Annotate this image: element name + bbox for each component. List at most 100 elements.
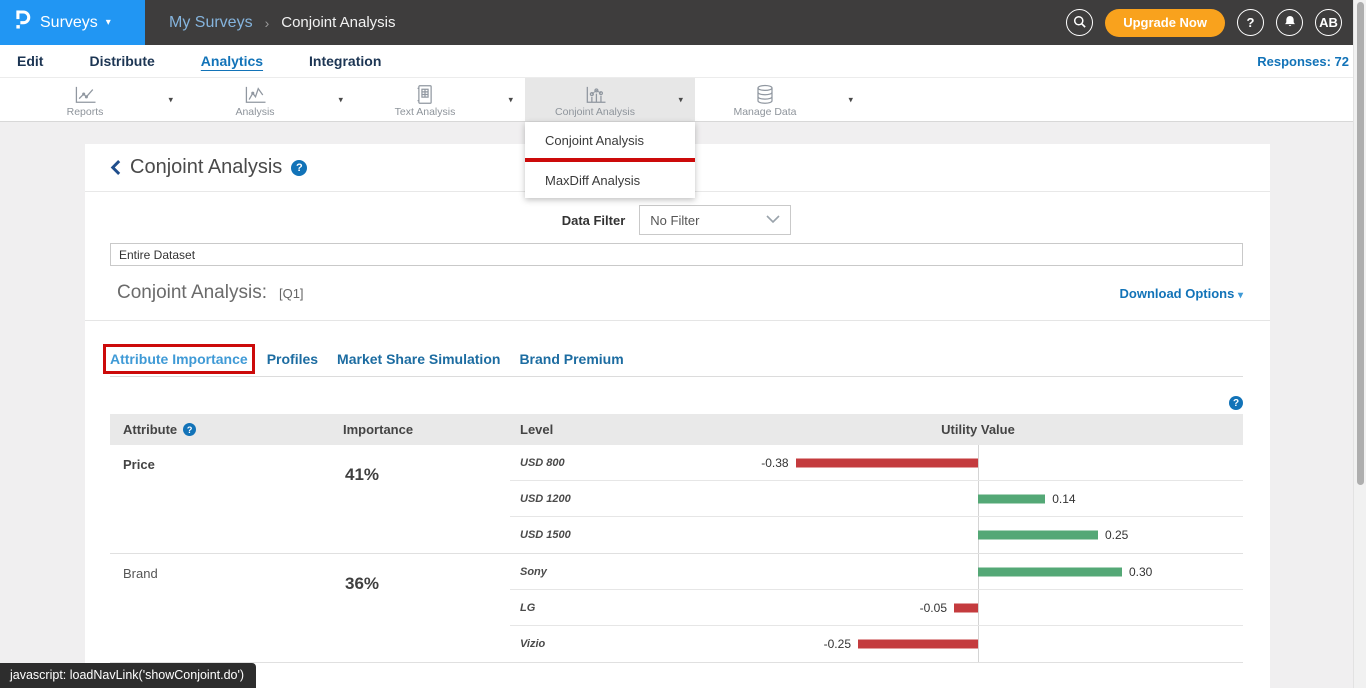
vertical-scrollbar[interactable] (1353, 0, 1366, 688)
level-row: LG -0.05 (510, 590, 1243, 626)
line-chart-icon (73, 85, 98, 105)
bell-icon (1283, 14, 1297, 32)
chevron-down-icon[interactable]: ▾ (678, 94, 683, 105)
utility-bar (978, 531, 1098, 540)
download-options-link[interactable]: Download Options ▾ (1120, 286, 1243, 301)
page-title: Conjoint Analysis (130, 156, 282, 179)
level-row: USD 1200 0.14 (510, 481, 1243, 517)
tab-brand-premium[interactable]: Brand Premium (519, 351, 623, 367)
tab-profiles[interactable]: Profiles (267, 351, 318, 367)
toolbar-group-manage-data: Manage Data ▾ (695, 78, 865, 121)
utility-bar (954, 603, 978, 612)
breadcrumb-my-surveys[interactable]: My Surveys (169, 14, 253, 32)
conjoint-dropdown-menu: Conjoint Analysis MaxDiff Analysis (525, 122, 695, 198)
utility-bar (858, 640, 978, 649)
toolbar-label-analysis: Analysis (235, 106, 274, 118)
level-row: Sony 0.30 (510, 554, 1243, 590)
analysis-section-header: Conjoint Analysis: [Q1] Download Options… (110, 282, 1243, 304)
analysis-chart-icon (243, 85, 268, 105)
section-title: Conjoint Analysis: (117, 282, 267, 304)
avatar[interactable]: AB (1315, 9, 1342, 36)
utility-value-label: -0.38 (761, 456, 788, 470)
utility-value-label: -0.05 (920, 601, 947, 615)
toolbar-label-text-analysis: Text Analysis (395, 106, 456, 118)
utility-value-label: 0.25 (1105, 528, 1128, 542)
help-button[interactable]: ? (1237, 9, 1264, 36)
toolbar-item-analysis[interactable]: Analysis (185, 82, 325, 118)
menu-item-maxdiff-analysis[interactable]: MaxDiff Analysis (525, 162, 695, 198)
result-tabs: Attribute Importance Profiles Market Sha… (110, 351, 1243, 377)
importance-value: 41% (330, 445, 510, 553)
data-filter-value: No Filter (650, 213, 699, 228)
table-row: Price 41% USD 800 -0.38 USD 1200 0.14 (110, 445, 1243, 554)
level-label: LG (520, 602, 535, 614)
scrollbar-thumb[interactable] (1357, 2, 1364, 485)
upgrade-now-button[interactable]: Upgrade Now (1105, 9, 1225, 37)
toolbar-item-text-analysis[interactable]: Text Analysis (355, 81, 495, 118)
breadcrumb-current: Conjoint Analysis (281, 14, 395, 31)
nav-item-integration[interactable]: Integration (309, 53, 381, 69)
importance-value: 36% (330, 554, 510, 662)
toolbar-group-conjoint-analysis: Conjoint Analysis ▾ (525, 78, 695, 121)
axis-line (978, 590, 979, 625)
utility-bar (796, 458, 978, 467)
axis-line (978, 626, 979, 662)
chevron-down-icon (766, 213, 780, 227)
page-help-icon[interactable]: ? (291, 160, 307, 176)
level-row: USD 800 -0.38 (510, 445, 1243, 481)
toolbar-item-conjoint-analysis[interactable]: Conjoint Analysis (525, 82, 665, 118)
chevron-down-icon[interactable]: ▾ (338, 94, 343, 105)
nav-item-analytics[interactable]: Analytics (201, 53, 263, 69)
toolbar-label-manage-data: Manage Data (733, 106, 796, 118)
table-header: Attribute ? Importance Level Utility Val… (110, 414, 1243, 445)
data-filter-row: Data Filter No Filter (110, 205, 1243, 235)
toolbar-group-reports: Reports ▾ (15, 78, 185, 121)
level-row: USD 1500 0.25 (510, 517, 1243, 553)
header-utility-value: Utility Value (941, 422, 1015, 437)
axis-line (978, 445, 979, 480)
divider (85, 320, 1270, 321)
toolbar-item-reports[interactable]: Reports (15, 82, 155, 118)
toolbar-item-manage-data[interactable]: Manage Data (695, 81, 835, 118)
questionpro-logo (12, 9, 32, 36)
header-importance: Importance (330, 422, 510, 437)
notifications-button[interactable] (1276, 9, 1303, 36)
tab-market-share-simulation[interactable]: Market Share Simulation (337, 351, 500, 367)
nav-item-edit[interactable]: Edit (17, 53, 43, 69)
analytics-toolbar: Reports ▾ Analysis ▾ Text Analysis ▾ Con… (0, 78, 1366, 122)
content-card: Conjoint Analysis ? Data Filter No Filte… (85, 144, 1270, 688)
attribute-name: Brand (110, 554, 330, 662)
dataset-field[interactable]: Entire Dataset (110, 243, 1243, 266)
attribute-help-icon[interactable]: ? (183, 423, 196, 436)
back-chevron-icon[interactable] (110, 159, 121, 176)
surveys-menu[interactable]: Surveys ▾ (0, 0, 145, 45)
tab-attribute-importance[interactable]: Attribute Importance (110, 351, 248, 367)
level-label: Sony (520, 566, 547, 578)
top-bar: Surveys ▾ My Surveys › Conjoint Analysis… (0, 0, 1366, 45)
survey-nav: Edit Distribute Analytics Integration Re… (0, 45, 1366, 78)
attribute-name: Price (110, 445, 330, 553)
table-help-icon[interactable]: ? (1229, 396, 1243, 410)
responses-count: Responses: 72 (1257, 54, 1349, 69)
utility-bar (978, 567, 1122, 576)
menu-item-conjoint-analysis[interactable]: Conjoint Analysis (525, 122, 695, 158)
header-level: Level Utility Value (510, 414, 1243, 445)
surveys-label: Surveys (40, 14, 98, 32)
chevron-down-icon[interactable]: ▾ (168, 94, 173, 105)
level-row: Vizio -0.25 (510, 626, 1243, 662)
search-button[interactable] (1066, 9, 1093, 36)
data-filter-select[interactable]: No Filter (639, 205, 791, 235)
level-label: USD 1500 (520, 529, 571, 541)
chevron-down-icon[interactable]: ▾ (508, 94, 513, 105)
chevron-down-icon[interactable]: ▾ (848, 94, 853, 105)
search-icon (1072, 14, 1087, 32)
document-grid-icon (415, 84, 435, 105)
question-ref: [Q1] (279, 286, 304, 301)
utility-value-label: -0.25 (824, 637, 851, 651)
chevron-down-icon: ▾ (106, 17, 111, 28)
nav-item-distribute[interactable]: Distribute (89, 53, 154, 69)
utility-bar (978, 494, 1045, 503)
table-help-row: ? (85, 396, 1243, 410)
toolbar-label-conjoint-analysis: Conjoint Analysis (555, 106, 635, 118)
level-label: USD 1200 (520, 493, 571, 505)
